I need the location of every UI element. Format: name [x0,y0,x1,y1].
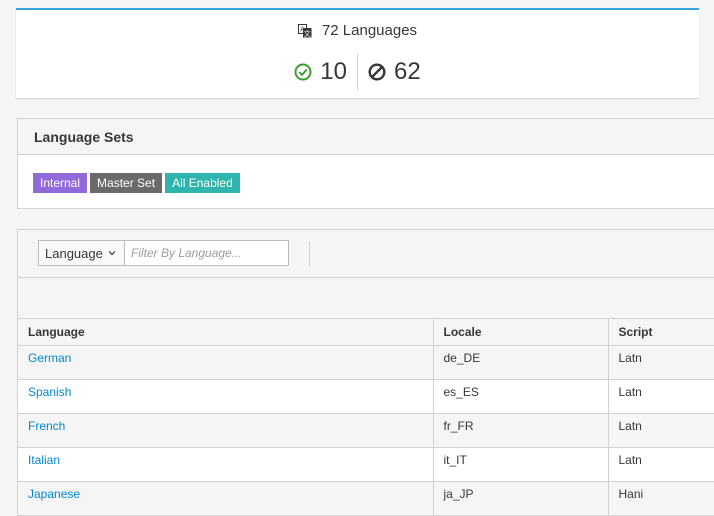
disabled-count-value: 62 [394,58,421,85]
table-header-row: Language Locale Script [18,319,714,346]
language-link[interactable]: Japanese [18,481,434,516]
filter-field-select[interactable]: Language [38,240,124,266]
translate-icon: A 文 [297,23,312,38]
toolbar-divider [309,241,310,267]
disabled-count: 62 [358,58,421,86]
script-cell: Latn [608,379,714,414]
badge-internal[interactable]: Internal [33,173,88,193]
enabled-count: 10 [294,58,357,86]
table-row: Japanese ja_JP Hani [18,481,714,516]
toolbar-secondary-row [18,278,714,319]
enabled-count-value: 10 [320,58,347,85]
badge-master-set[interactable]: Master Set [90,173,163,193]
languages-summary-card: A 文 72 Languages 10 62 [16,8,699,98]
language-link[interactable]: Italian [18,447,434,482]
summary-title: A 文 72 Languages [16,22,699,39]
summary-title-text: 72 Languages [321,22,418,39]
table-row: Spanish es_ES Latn [18,379,714,414]
script-cell: Latn [608,345,714,380]
column-header-locale[interactable]: Locale [433,319,609,346]
language-sets-header: Language Sets [18,119,714,155]
locale-cell: de_DE [433,345,609,380]
languages-table: Language Locale Script German de_DE Latn… [18,319,714,516]
svg-text:文: 文 [304,28,311,37]
locale-cell: ja_JP [433,481,609,516]
script-cell: Hani [608,481,714,516]
language-sets-badges: Internal Master Set All Enabled [18,155,714,193]
locale-cell: es_ES [433,379,609,414]
badge-all-enabled[interactable]: All Enabled [165,173,240,193]
language-sets-panel: Language Sets Internal Master Set All En… [17,118,714,209]
check-circle-icon [294,63,312,81]
filter-group: Language [38,240,289,266]
filter-toolbar: Language [18,230,714,278]
script-cell: Latn [608,413,714,448]
column-header-language[interactable]: Language [18,319,434,346]
chevron-down-icon [108,250,116,256]
language-link[interactable]: Spanish [18,379,434,414]
table-row: French fr_FR Latn [18,413,714,448]
filter-field-label: Language [45,245,103,261]
script-cell: Latn [608,447,714,482]
table-row: German de_DE Latn [18,345,714,380]
filter-input[interactable] [124,240,289,266]
summary-counts: 10 62 [16,54,699,90]
language-link[interactable]: German [18,345,434,380]
locale-cell: it_IT [433,447,609,482]
table-row: Italian it_IT Latn [18,447,714,482]
languages-table-panel: Language Language Locale Script German d… [17,229,714,516]
locale-cell: fr_FR [433,413,609,448]
ban-icon [368,63,386,81]
language-link[interactable]: French [18,413,434,448]
column-header-script[interactable]: Script [608,319,714,346]
